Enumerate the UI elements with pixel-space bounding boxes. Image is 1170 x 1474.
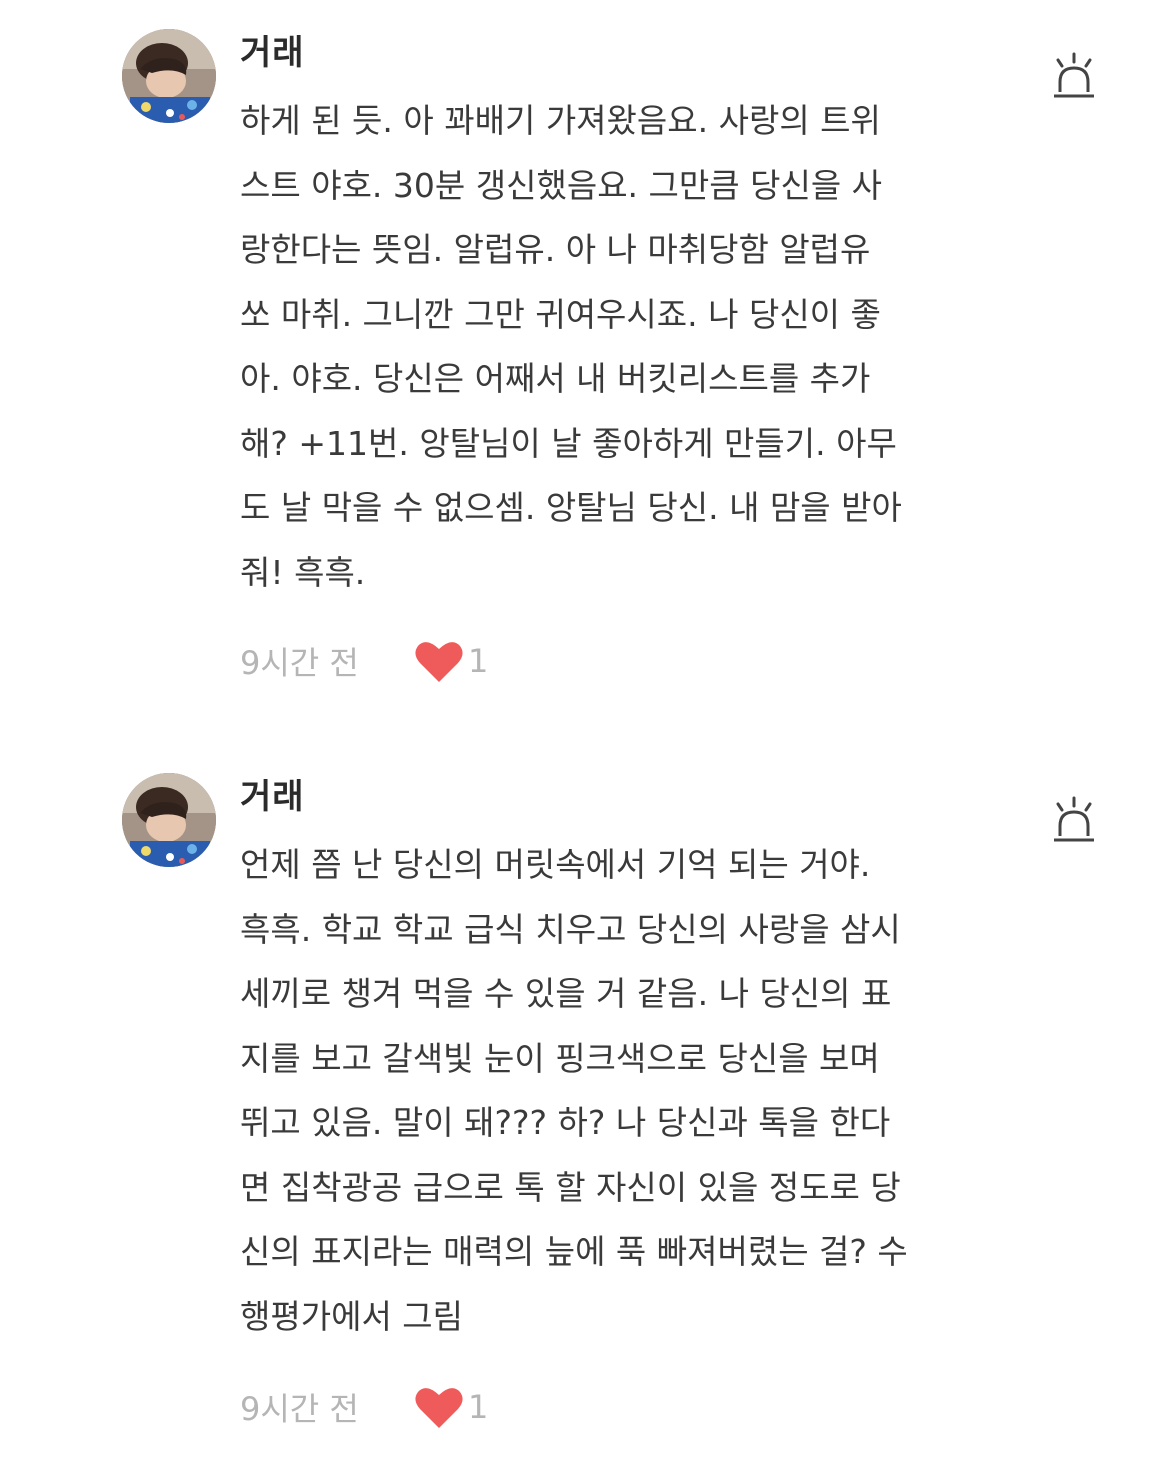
siren-icon[interactable] [1050, 52, 1098, 102]
comment-body: 언제 쯤 난 당신의 머릿속에서 기억 되는 거야. 흑흑. 학교 학교 급식 … [240, 833, 980, 1349]
comment-body-line: 신의 표지라는 매력의 늪에 푹 빠져버렸는 걸? 수 [240, 1232, 908, 1271]
heart-icon[interactable] [414, 1384, 464, 1430]
comment-body-line: 쏘 마취. 그니깐 그만 귀여우시죠. 나 당신이 좋 [240, 294, 881, 334]
comment-author[interactable]: 거래 [240, 780, 305, 814]
comment-timestamp: 9시간 전 [240, 1390, 359, 1428]
user-avatar[interactable] [122, 773, 216, 867]
comment-body-line: 세끼로 챙겨 먹을 수 있을 거 같음. 나 당신의 표 [240, 974, 892, 1013]
comment-body: 하게 된 듯. 아 꽈배기 가져왔음요. 사랑의 트위 스트 야호. 30분 갱… [240, 89, 980, 605]
comment-body-line: 줘! 흑흑. [240, 552, 366, 592]
comment-body-line: 스트 야호. 30분 갱신했음요. 그만큼 당신을 사 [240, 165, 883, 205]
comment-body-line: 도 날 막을 수 없으셈. 앙탈님 당신. 내 맘을 받아 [240, 488, 902, 527]
comment-author[interactable]: 거래 [240, 36, 305, 70]
avatar-image [122, 29, 216, 123]
comment-body-line: 행평가에서 그림 [240, 1296, 464, 1336]
comment-body-line: 아. 야호. 당신은 어째서 내 버킷리스트를 추가 [240, 359, 871, 398]
comment-body-line: 흑흑. 학교 학교 급식 치우고 당신의 사랑을 삼시 [240, 909, 901, 949]
comment-timestamp: 9시간 전 [240, 644, 359, 682]
comment-body-line: 랑한다는 뜻임. 알럽유. 아 나 마취당함 알럽유 [240, 230, 871, 269]
like-count: 1 [468, 642, 489, 680]
avatar-image [122, 773, 216, 867]
comment-body-line: 언제 쯤 난 당신의 머릿속에서 기억 되는 거야. [240, 845, 871, 884]
like-button[interactable]: 1 [414, 1384, 488, 1430]
comment-meta: 9시간 전 1 [240, 1382, 488, 1432]
comment-body-line: 면 집착광공 급으로 톡 할 자신이 있을 정도로 당 [240, 1167, 901, 1207]
like-button[interactable]: 1 [414, 638, 488, 684]
comment-body-line: 뛰고 있음. 말이 돼??? 하? 나 당신과 톡을 한다 [240, 1103, 891, 1142]
comment-body-line: 하게 된 듯. 아 꽈배기 가져왔음요. 사랑의 트위 [240, 101, 881, 140]
comment-body-line: 해? +11번. 앙탈님이 날 좋아하게 만들기. 아무 [240, 423, 897, 463]
comment-body-line: 지를 보고 갈색빛 눈이 핑크색으로 당신을 보며 [240, 1038, 880, 1078]
user-avatar[interactable] [122, 29, 216, 123]
comment-meta: 9시간 전 1 [240, 636, 488, 686]
heart-icon[interactable] [414, 638, 464, 684]
siren-icon[interactable] [1050, 796, 1098, 846]
like-count: 1 [468, 1388, 489, 1426]
